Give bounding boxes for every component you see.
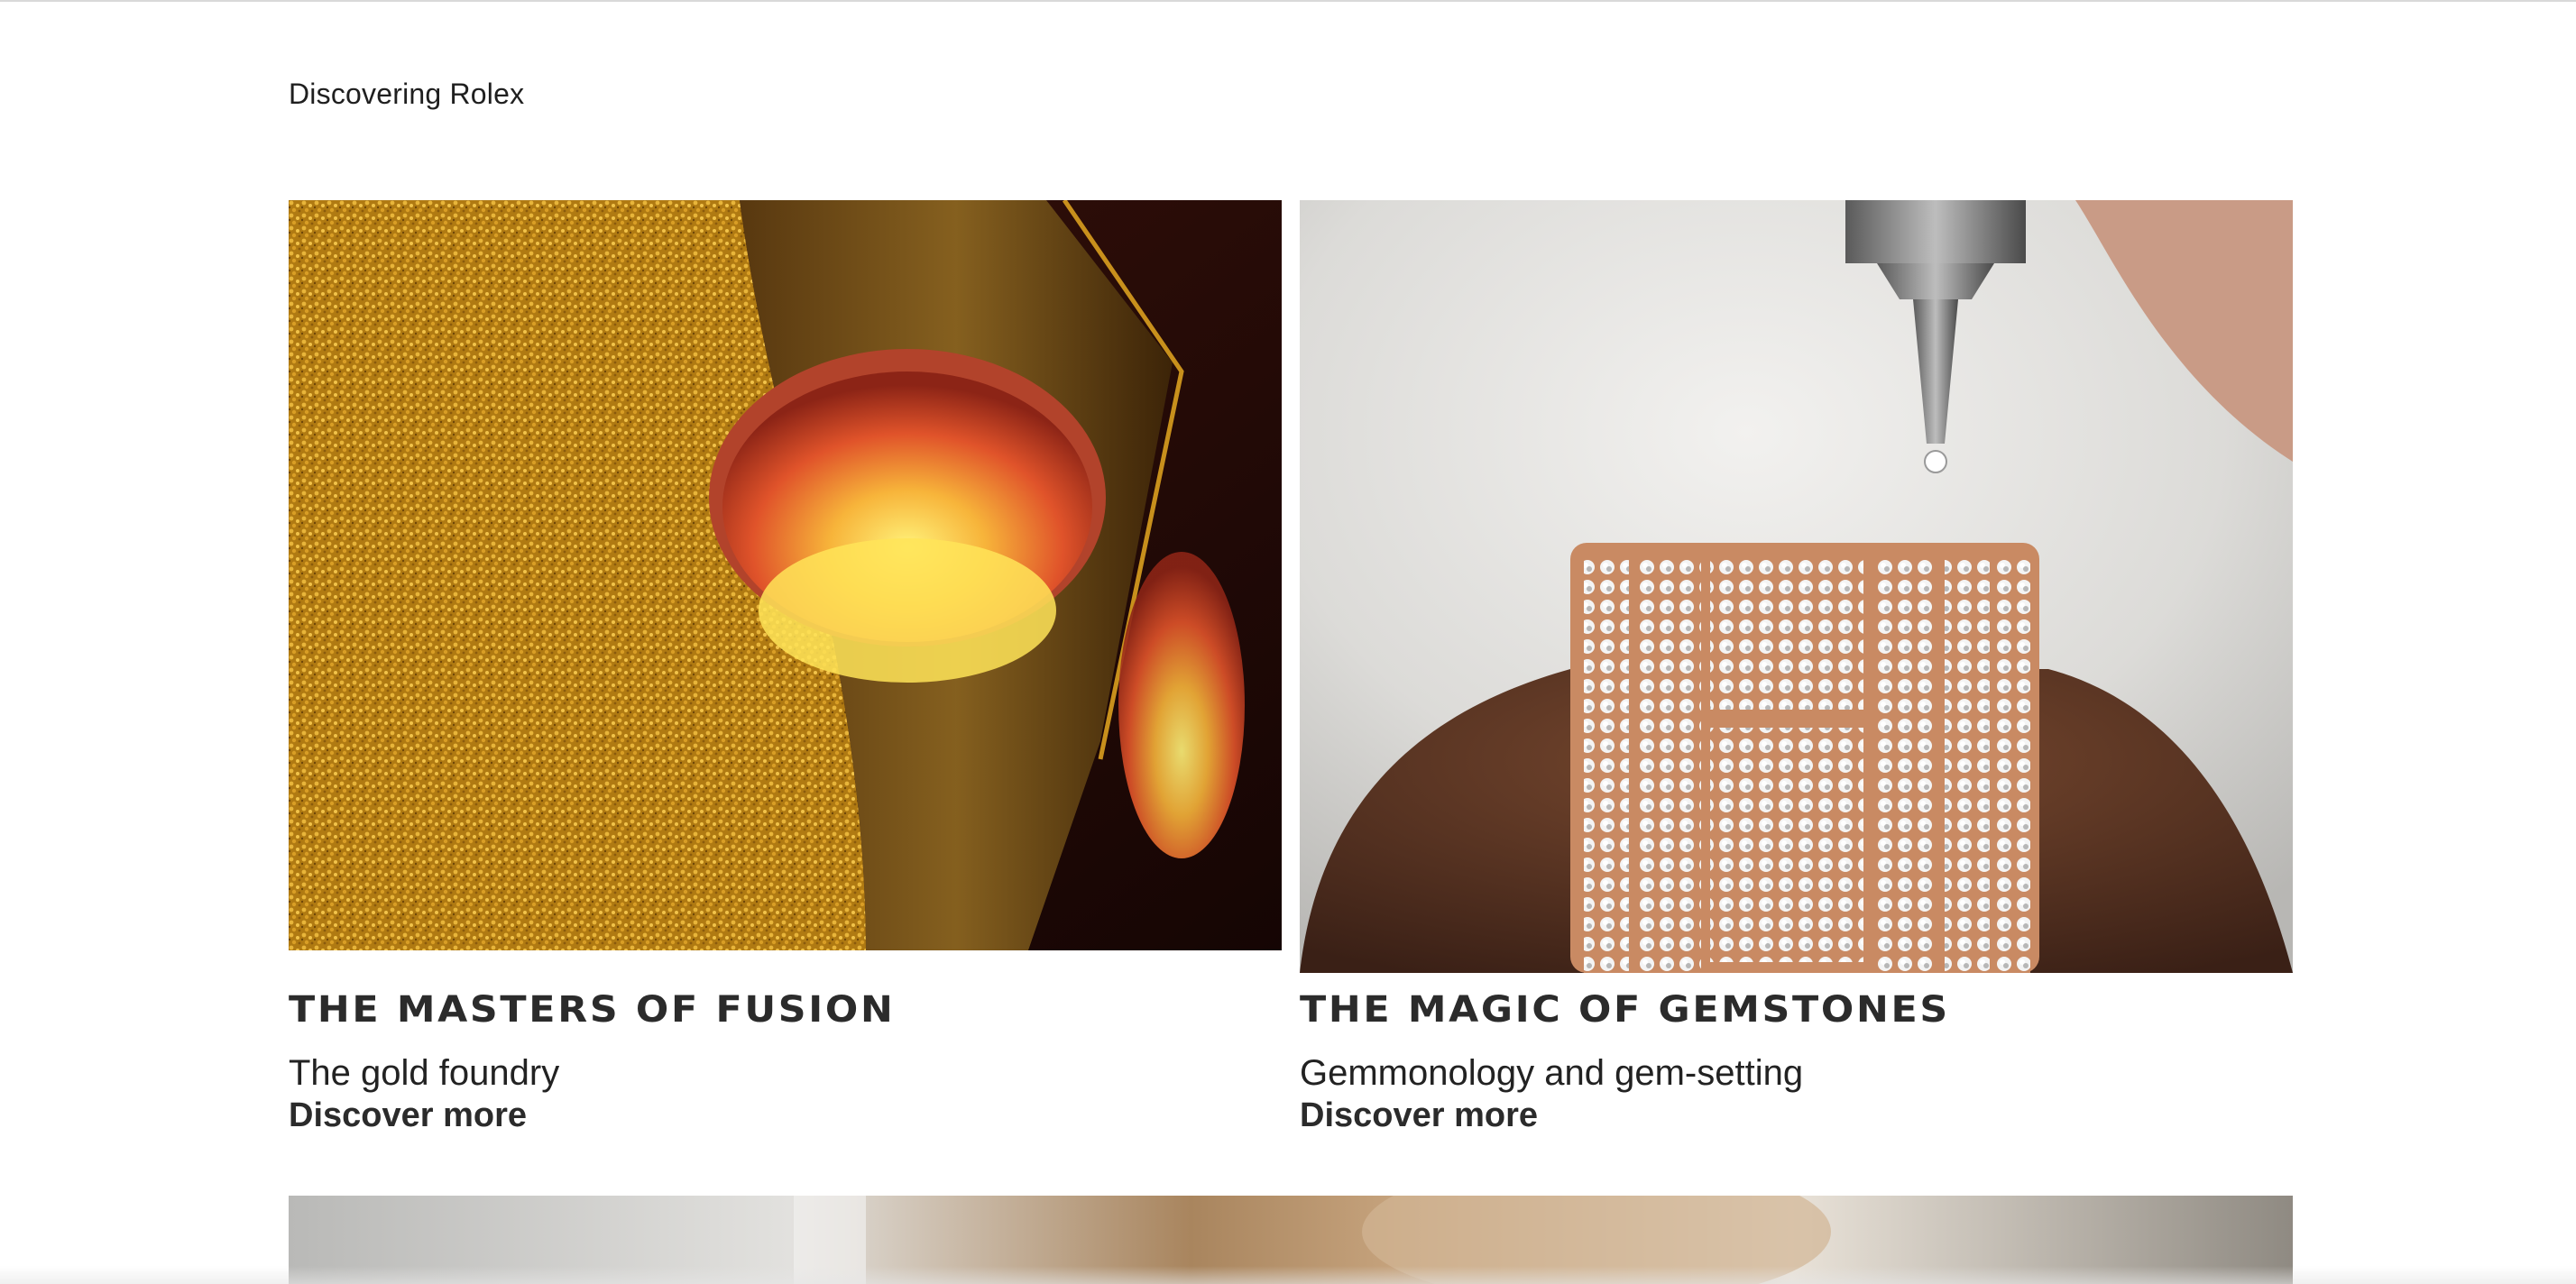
- top-divider: [0, 0, 2576, 2]
- discover-more-link[interactable]: Discover more: [1300, 1096, 1538, 1135]
- breadcrumb[interactable]: Discovering Rolex: [289, 78, 524, 111]
- card-image-gem-setting[interactable]: [1300, 200, 2293, 973]
- discover-more-link[interactable]: Discover more: [289, 1096, 527, 1135]
- gem-setting-illustration: [1300, 200, 2293, 973]
- card-subtitle: The gold foundry: [289, 1053, 560, 1093]
- card-title: THE MASTERS OF FUSION: [289, 989, 896, 1031]
- gold-foundry-illustration: [289, 200, 1282, 950]
- card-image-gold-foundry[interactable]: [289, 200, 1282, 950]
- next-card-illustration: [289, 1196, 2293, 1284]
- card-title: THE MAGIC OF GEMSTONES: [1300, 989, 1950, 1031]
- card-subtitle: Gemmonology and gem-setting: [1300, 1053, 1804, 1093]
- next-card-image-partial[interactable]: [289, 1196, 2293, 1284]
